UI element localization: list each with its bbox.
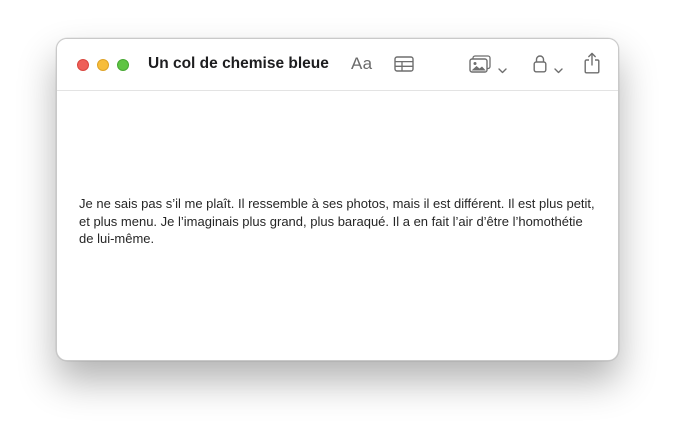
table-icon[interactable] <box>394 56 414 77</box>
note-title: Un col de chemise bleue <box>148 55 329 72</box>
note-body[interactable]: Je ne sais pas s’il me plaît. Il ressemb… <box>79 195 599 248</box>
close-window-button[interactable] <box>77 59 89 71</box>
share-icon[interactable] <box>584 52 600 79</box>
media-icon[interactable] <box>469 55 491 78</box>
chevron-down-icon[interactable] <box>554 61 563 79</box>
lock-icon[interactable] <box>533 54 547 78</box>
minimize-window-button[interactable] <box>97 59 109 71</box>
text-format-icon[interactable]: Aa <box>351 54 372 74</box>
maximize-window-button[interactable] <box>117 59 129 71</box>
chevron-down-icon[interactable] <box>498 61 507 79</box>
notes-window: Un col de chemise bleue Aa Je ne sais pa… <box>56 38 619 361</box>
title-bar: Un col de chemise bleue Aa <box>57 39 618 91</box>
